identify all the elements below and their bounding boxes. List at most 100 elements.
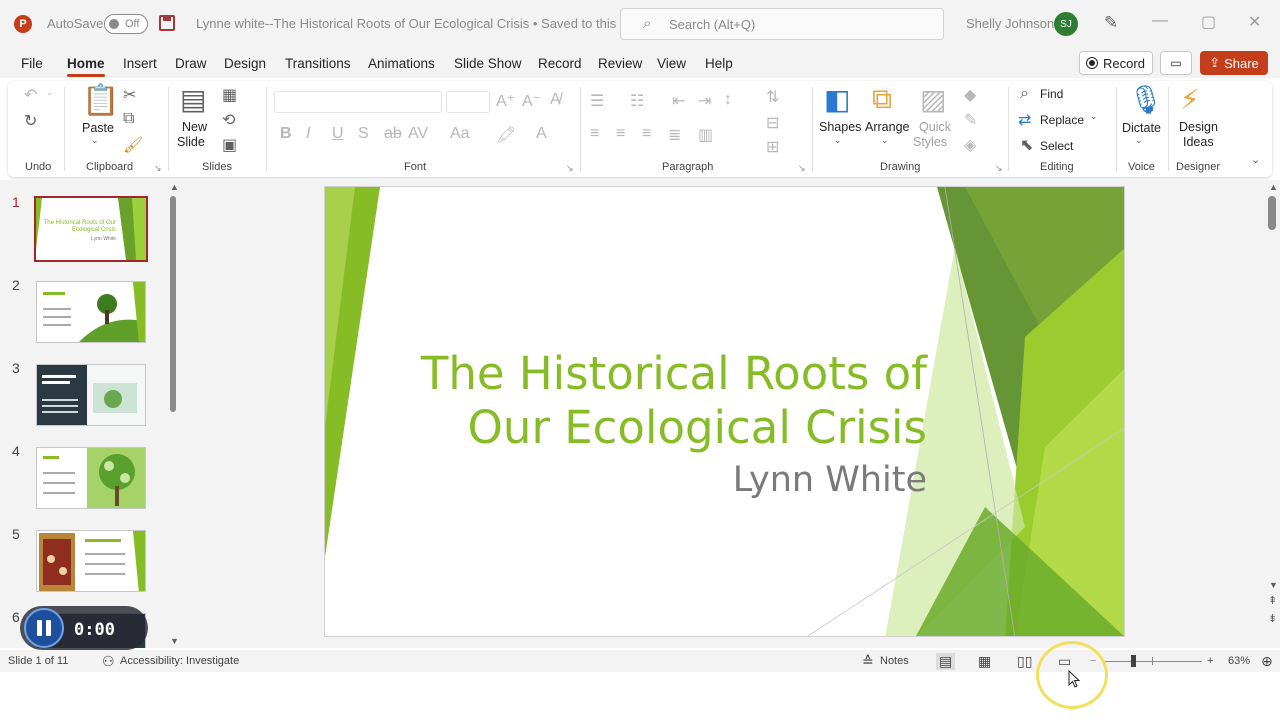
tab-design[interactable]: Design — [224, 56, 266, 71]
zoom-in-icon[interactable]: + — [1207, 655, 1213, 667]
shape-effects-icon[interactable]: ◈ — [964, 135, 976, 155]
columns-icon[interactable]: ▥ — [698, 125, 713, 145]
next-slide-icon[interactable]: ⇟ — [1268, 612, 1277, 625]
slide-subtitle[interactable]: Lynn White — [733, 460, 927, 500]
text-direction-icon[interactable]: ⇅ — [766, 87, 779, 107]
share-button[interactable]: ⇪ Share — [1200, 51, 1268, 75]
maximize-icon[interactable]: ▢ — [1201, 12, 1216, 32]
shape-outline-icon[interactable]: ✎ — [964, 110, 977, 130]
paragraph-launcher-icon[interactable]: ↘ — [798, 163, 806, 174]
notes-icon[interactable]: ≙ — [862, 653, 874, 670]
reading-view-icon[interactable]: ▯▯ — [1017, 653, 1032, 670]
font-launcher-icon[interactable]: ↘ — [566, 163, 574, 174]
decrease-indent-icon[interactable]: ⇤ — [672, 91, 685, 111]
scroll-up-icon[interactable]: ▲ — [1269, 182, 1278, 192]
arrange-label[interactable]: Arrange — [865, 120, 909, 135]
pen-icon[interactable]: ✎ — [1104, 13, 1118, 33]
replace-icon[interactable]: ⇄ — [1018, 110, 1031, 130]
font-color-icon[interactable]: A — [536, 125, 547, 143]
design-ideas-icon[interactable]: ⚡ — [1180, 83, 1200, 116]
reset-icon[interactable]: ⟲ — [222, 110, 235, 130]
quick-styles-icon[interactable]: ▨ — [920, 83, 946, 116]
increase-font-icon[interactable]: A⁺ — [496, 91, 515, 111]
zoom-level[interactable]: 63% — [1228, 655, 1250, 667]
scroll-down-icon[interactable]: ▼ — [170, 636, 179, 646]
microphone-icon[interactable]: 🎙 — [1128, 83, 1164, 116]
font-size-select[interactable] — [446, 91, 490, 113]
justify-icon[interactable]: ≣ — [668, 125, 681, 145]
new-slide-icon[interactable]: ▤ — [180, 83, 206, 116]
slide-thumbnail-5[interactable] — [36, 530, 146, 592]
bullets-icon[interactable]: ☰ — [590, 91, 604, 111]
tab-home[interactable]: Home — [67, 56, 105, 77]
cut-icon[interactable]: ✂ — [123, 85, 136, 105]
change-case-icon[interactable]: Aa — [450, 125, 470, 143]
tab-record[interactable]: Record — [538, 56, 582, 71]
tab-review[interactable]: Review — [598, 56, 642, 71]
undo-icon[interactable]: ↶ — [24, 85, 37, 105]
paste-dropdown-icon[interactable]: ⌄ — [91, 135, 99, 146]
select-label[interactable]: Select — [1040, 139, 1073, 153]
slide-thumbnail-3[interactable] — [36, 364, 146, 426]
zoom-slider-thumb[interactable] — [1131, 655, 1136, 667]
scroll-up-icon[interactable]: ▲ — [170, 182, 179, 192]
shape-fill-icon[interactable]: ◆ — [964, 85, 976, 105]
tab-view[interactable]: View — [657, 56, 686, 71]
find-icon[interactable]: ⌕ — [1020, 85, 1029, 103]
pause-recording-button[interactable] — [24, 608, 64, 648]
layout-icon[interactable]: ▦ — [222, 85, 237, 105]
user-name[interactable]: Shelly Johnson — [966, 16, 1054, 31]
align-left-icon[interactable]: ≡ — [590, 125, 599, 143]
save-icon[interactable] — [159, 15, 175, 31]
design-ideas-label-1[interactable]: Design — [1179, 120, 1218, 135]
line-spacing-icon[interactable]: ↕ — [724, 91, 732, 109]
notes-button[interactable]: Notes — [880, 655, 909, 667]
slide-thumbnail-1[interactable]: The Historical Roots of Our Ecological C… — [34, 196, 148, 262]
highlight-icon[interactable]: 🖍 — [496, 125, 516, 145]
spacing-icon[interactable]: AV — [408, 125, 428, 143]
slide-title[interactable]: The Historical Roots of Our Ecological C… — [421, 347, 927, 455]
tab-draw[interactable]: Draw — [175, 56, 207, 71]
previous-slide-icon[interactable]: ⇞ — [1268, 594, 1277, 607]
tab-slide-show[interactable]: Slide Show — [454, 56, 522, 71]
drawing-launcher-icon[interactable]: ↘ — [995, 163, 1003, 174]
comments-button[interactable]: ▭ — [1160, 51, 1192, 75]
tab-file[interactable]: File — [21, 56, 43, 71]
record-button[interactable]: Record — [1079, 51, 1153, 75]
redo-icon[interactable]: ↻ — [24, 111, 37, 131]
font-family-select[interactable] — [274, 91, 442, 113]
clipboard-launcher-icon[interactable]: ↘ — [154, 163, 162, 174]
tab-animations[interactable]: Animations — [368, 56, 435, 71]
slide-sorter-icon[interactable]: ▦ — [978, 653, 991, 670]
increase-indent-icon[interactable]: ⇥ — [698, 91, 711, 111]
smartart-icon[interactable]: ⊞ — [766, 137, 779, 157]
italic-icon[interactable]: I — [306, 125, 310, 143]
arrange-icon[interactable]: ⧉ — [872, 83, 892, 116]
tab-insert[interactable]: Insert — [123, 56, 157, 71]
bold-icon[interactable]: B — [280, 125, 292, 143]
section-icon[interactable]: ▣ — [222, 135, 237, 155]
normal-view-icon[interactable]: ▤ — [936, 653, 956, 670]
shapes-icon[interactable]: ◧ — [824, 83, 850, 116]
avatar[interactable]: SJ — [1054, 12, 1078, 36]
paste-icon[interactable]: 📋 — [82, 83, 119, 118]
document-title[interactable]: Lynne white--The Historical Roots of Our… — [196, 16, 638, 31]
dictate-label[interactable]: Dictate — [1122, 121, 1161, 136]
select-icon[interactable]: ⬉ — [1020, 135, 1033, 155]
zoom-slider[interactable] — [1104, 661, 1202, 662]
accessibility-status[interactable]: Accessibility: Investigate — [120, 655, 239, 667]
slide-thumbnail-2[interactable] — [36, 281, 146, 343]
numbering-icon[interactable]: ☷ — [630, 91, 644, 111]
clear-format-icon[interactable]: A̸ — [550, 91, 561, 109]
ribbon-collapse-icon[interactable]: ⌄ — [1251, 153, 1260, 166]
tab-transitions[interactable]: Transitions — [285, 56, 351, 71]
replace-dropdown-icon[interactable]: ⌄ — [1090, 111, 1098, 122]
current-slide[interactable]: The Historical Roots of Our Ecological C… — [324, 186, 1125, 637]
canvas-scrollbar[interactable]: ▲ ▼ ⇞ ⇟ — [1266, 180, 1280, 648]
strikethrough-icon[interactable]: ab — [384, 125, 402, 143]
scroll-thumb[interactable] — [1268, 196, 1276, 230]
align-right-icon[interactable]: ≡ — [642, 125, 651, 143]
decrease-font-icon[interactable]: A⁻ — [522, 91, 541, 111]
undo-dropdown-icon[interactable]: ⌄ — [46, 87, 54, 98]
scroll-down-icon[interactable]: ▼ — [1269, 580, 1278, 590]
